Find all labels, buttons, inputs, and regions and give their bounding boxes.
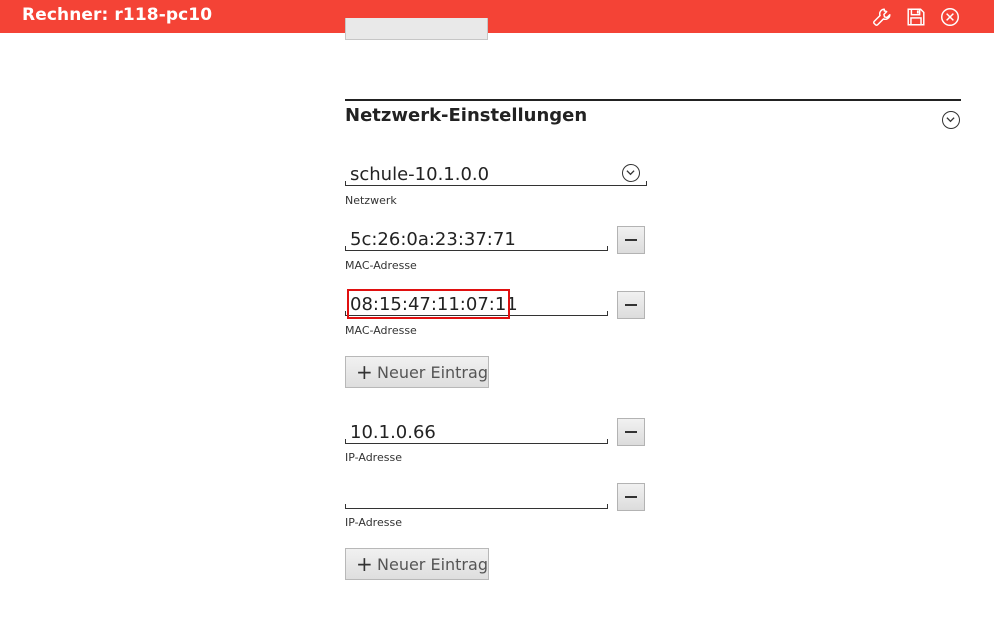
add-ip-button[interactable]: + Neuer Eintrag xyxy=(345,548,489,580)
remove-ip-button[interactable] xyxy=(617,418,645,446)
window-titlebar: Rechner: r118-pc10 xyxy=(0,0,994,33)
section-title: Netzwerk-Einstellungen xyxy=(345,105,588,126)
plus-icon: + xyxy=(356,552,373,576)
mac-address-field[interactable]: 5c:26:0a:23:37:71 xyxy=(345,229,608,251)
wrench-icon[interactable] xyxy=(871,6,893,28)
mac-address-label: MAC-Adresse xyxy=(345,259,417,272)
plus-icon: + xyxy=(356,360,373,384)
mac-address-label: MAC-Adresse xyxy=(345,324,417,337)
remove-ip-button[interactable] xyxy=(617,483,645,511)
scrolled-button[interactable] xyxy=(345,18,488,40)
mac-address-value: 5c:26:0a:23:37:71 xyxy=(350,229,516,250)
network-select[interactable]: schule-10.1.0.0 xyxy=(345,164,647,186)
section-divider xyxy=(345,99,961,101)
remove-mac-button[interactable] xyxy=(617,226,645,254)
remove-mac-button[interactable] xyxy=(617,291,645,319)
add-mac-button[interactable]: + Neuer Eintrag xyxy=(345,356,489,388)
ip-address-label: IP-Adresse xyxy=(345,451,402,464)
network-select-value: schule-10.1.0.0 xyxy=(350,164,490,185)
close-icon[interactable] xyxy=(939,6,961,28)
network-label: Netzwerk xyxy=(345,194,397,207)
ip-address-label: IP-Adresse xyxy=(345,516,402,529)
section-collapse-icon[interactable] xyxy=(942,111,960,129)
ip-address-field[interactable] xyxy=(345,487,608,509)
mac-address-field[interactable]: 08:15:47:11:07:11 xyxy=(345,294,608,316)
mac-address-value: 08:15:47:11:07:11 xyxy=(350,294,518,315)
window-title: Rechner: r118-pc10 xyxy=(22,5,213,25)
add-mac-button-label: Neuer Eintrag xyxy=(377,363,488,382)
chevron-down-icon[interactable] xyxy=(622,164,640,182)
add-ip-button-label: Neuer Eintrag xyxy=(377,555,488,574)
save-icon[interactable] xyxy=(905,6,927,28)
ip-address-value: 10.1.0.66 xyxy=(350,422,436,443)
ip-address-field[interactable]: 10.1.0.66 xyxy=(345,422,608,444)
